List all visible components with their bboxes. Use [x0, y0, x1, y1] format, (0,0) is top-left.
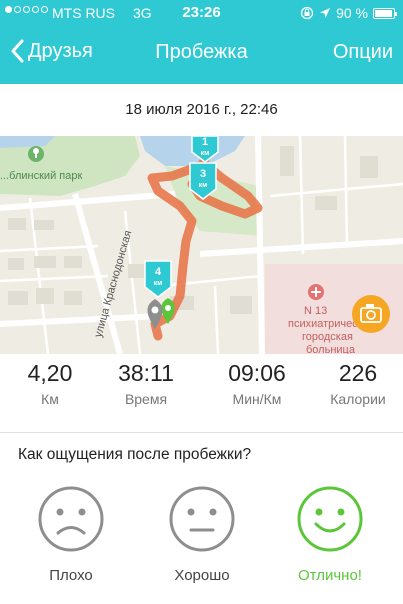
hospital-label-line3: городская: [302, 331, 353, 343]
mood-great-button[interactable]: Отлично!: [280, 486, 380, 584]
stat-pace: 09:06 Мин/Км: [207, 360, 307, 407]
stat-value: 38:11: [118, 360, 174, 386]
app-header: MTS RUS 3G 23:26 90 % Друзья Пробежка Оп…: [0, 0, 403, 84]
stat-label: Калории: [330, 391, 386, 407]
park-label: ...блинский парк: [0, 170, 82, 182]
route-map[interactable]: ...блинский парк улица Краснодонская N 1…: [0, 136, 403, 354]
stat-value: 226: [338, 360, 378, 386]
mood-label: Отлично!: [298, 567, 362, 584]
svg-text:км: км: [201, 150, 210, 157]
mood-good-button[interactable]: Хорошо: [152, 486, 252, 584]
status-bar: MTS RUS 3G 23:26 90 %: [0, 0, 403, 26]
stat-label: Км: [41, 391, 59, 407]
stat-calories: 226 Калории: [308, 360, 403, 407]
back-label: Друзья: [28, 40, 93, 62]
feeling-question: Как ощущения после пробежки?: [18, 446, 252, 463]
svg-text:1: 1: [202, 136, 208, 148]
happy-face-icon: [297, 486, 363, 552]
orientation-lock-icon: [300, 6, 314, 20]
stat-label: Время: [124, 391, 168, 407]
stat-value: 09:06: [228, 360, 286, 386]
svg-text:км: км: [199, 182, 208, 189]
stat-label: Мин/Км: [232, 391, 282, 407]
stat-time: 38:11 Время: [96, 360, 196, 407]
sad-face-icon: [38, 486, 104, 552]
navigation-bar: Друзья Пробежка Опции: [0, 38, 403, 70]
stat-value: 4,20: [27, 360, 73, 386]
hospital-label-number: N 13: [304, 305, 327, 317]
svg-text:3: 3: [200, 168, 206, 180]
chevron-left-icon: [11, 39, 24, 62]
neutral-face-icon: [169, 486, 235, 552]
run-date: 18 июля 2016 г., 22:46: [0, 84, 403, 136]
svg-text:4: 4: [155, 266, 162, 278]
mood-label: Хорошо: [174, 567, 230, 584]
mood-label: Плохо: [49, 567, 93, 584]
divider: [0, 432, 403, 433]
stat-distance: 4,20 Км: [0, 360, 100, 407]
options-button[interactable]: Опции: [333, 41, 393, 64]
camera-button[interactable]: [352, 295, 390, 333]
map-canvas: ...блинский парк улица Краснодонская N 1…: [0, 136, 403, 354]
mood-bad-button[interactable]: Плохо: [21, 486, 121, 584]
battery-icon: [373, 7, 397, 19]
svg-text:км: км: [154, 280, 163, 287]
hospital-label-line4: больница: [306, 344, 356, 354]
back-button[interactable]: Друзья: [10, 38, 93, 63]
location-arrow-icon: [320, 8, 331, 18]
battery-percent: 90 %: [336, 5, 368, 21]
run-stats: 4,20 Км 38:11 Время 09:06 Мин/Км 226 Кал…: [0, 360, 403, 426]
